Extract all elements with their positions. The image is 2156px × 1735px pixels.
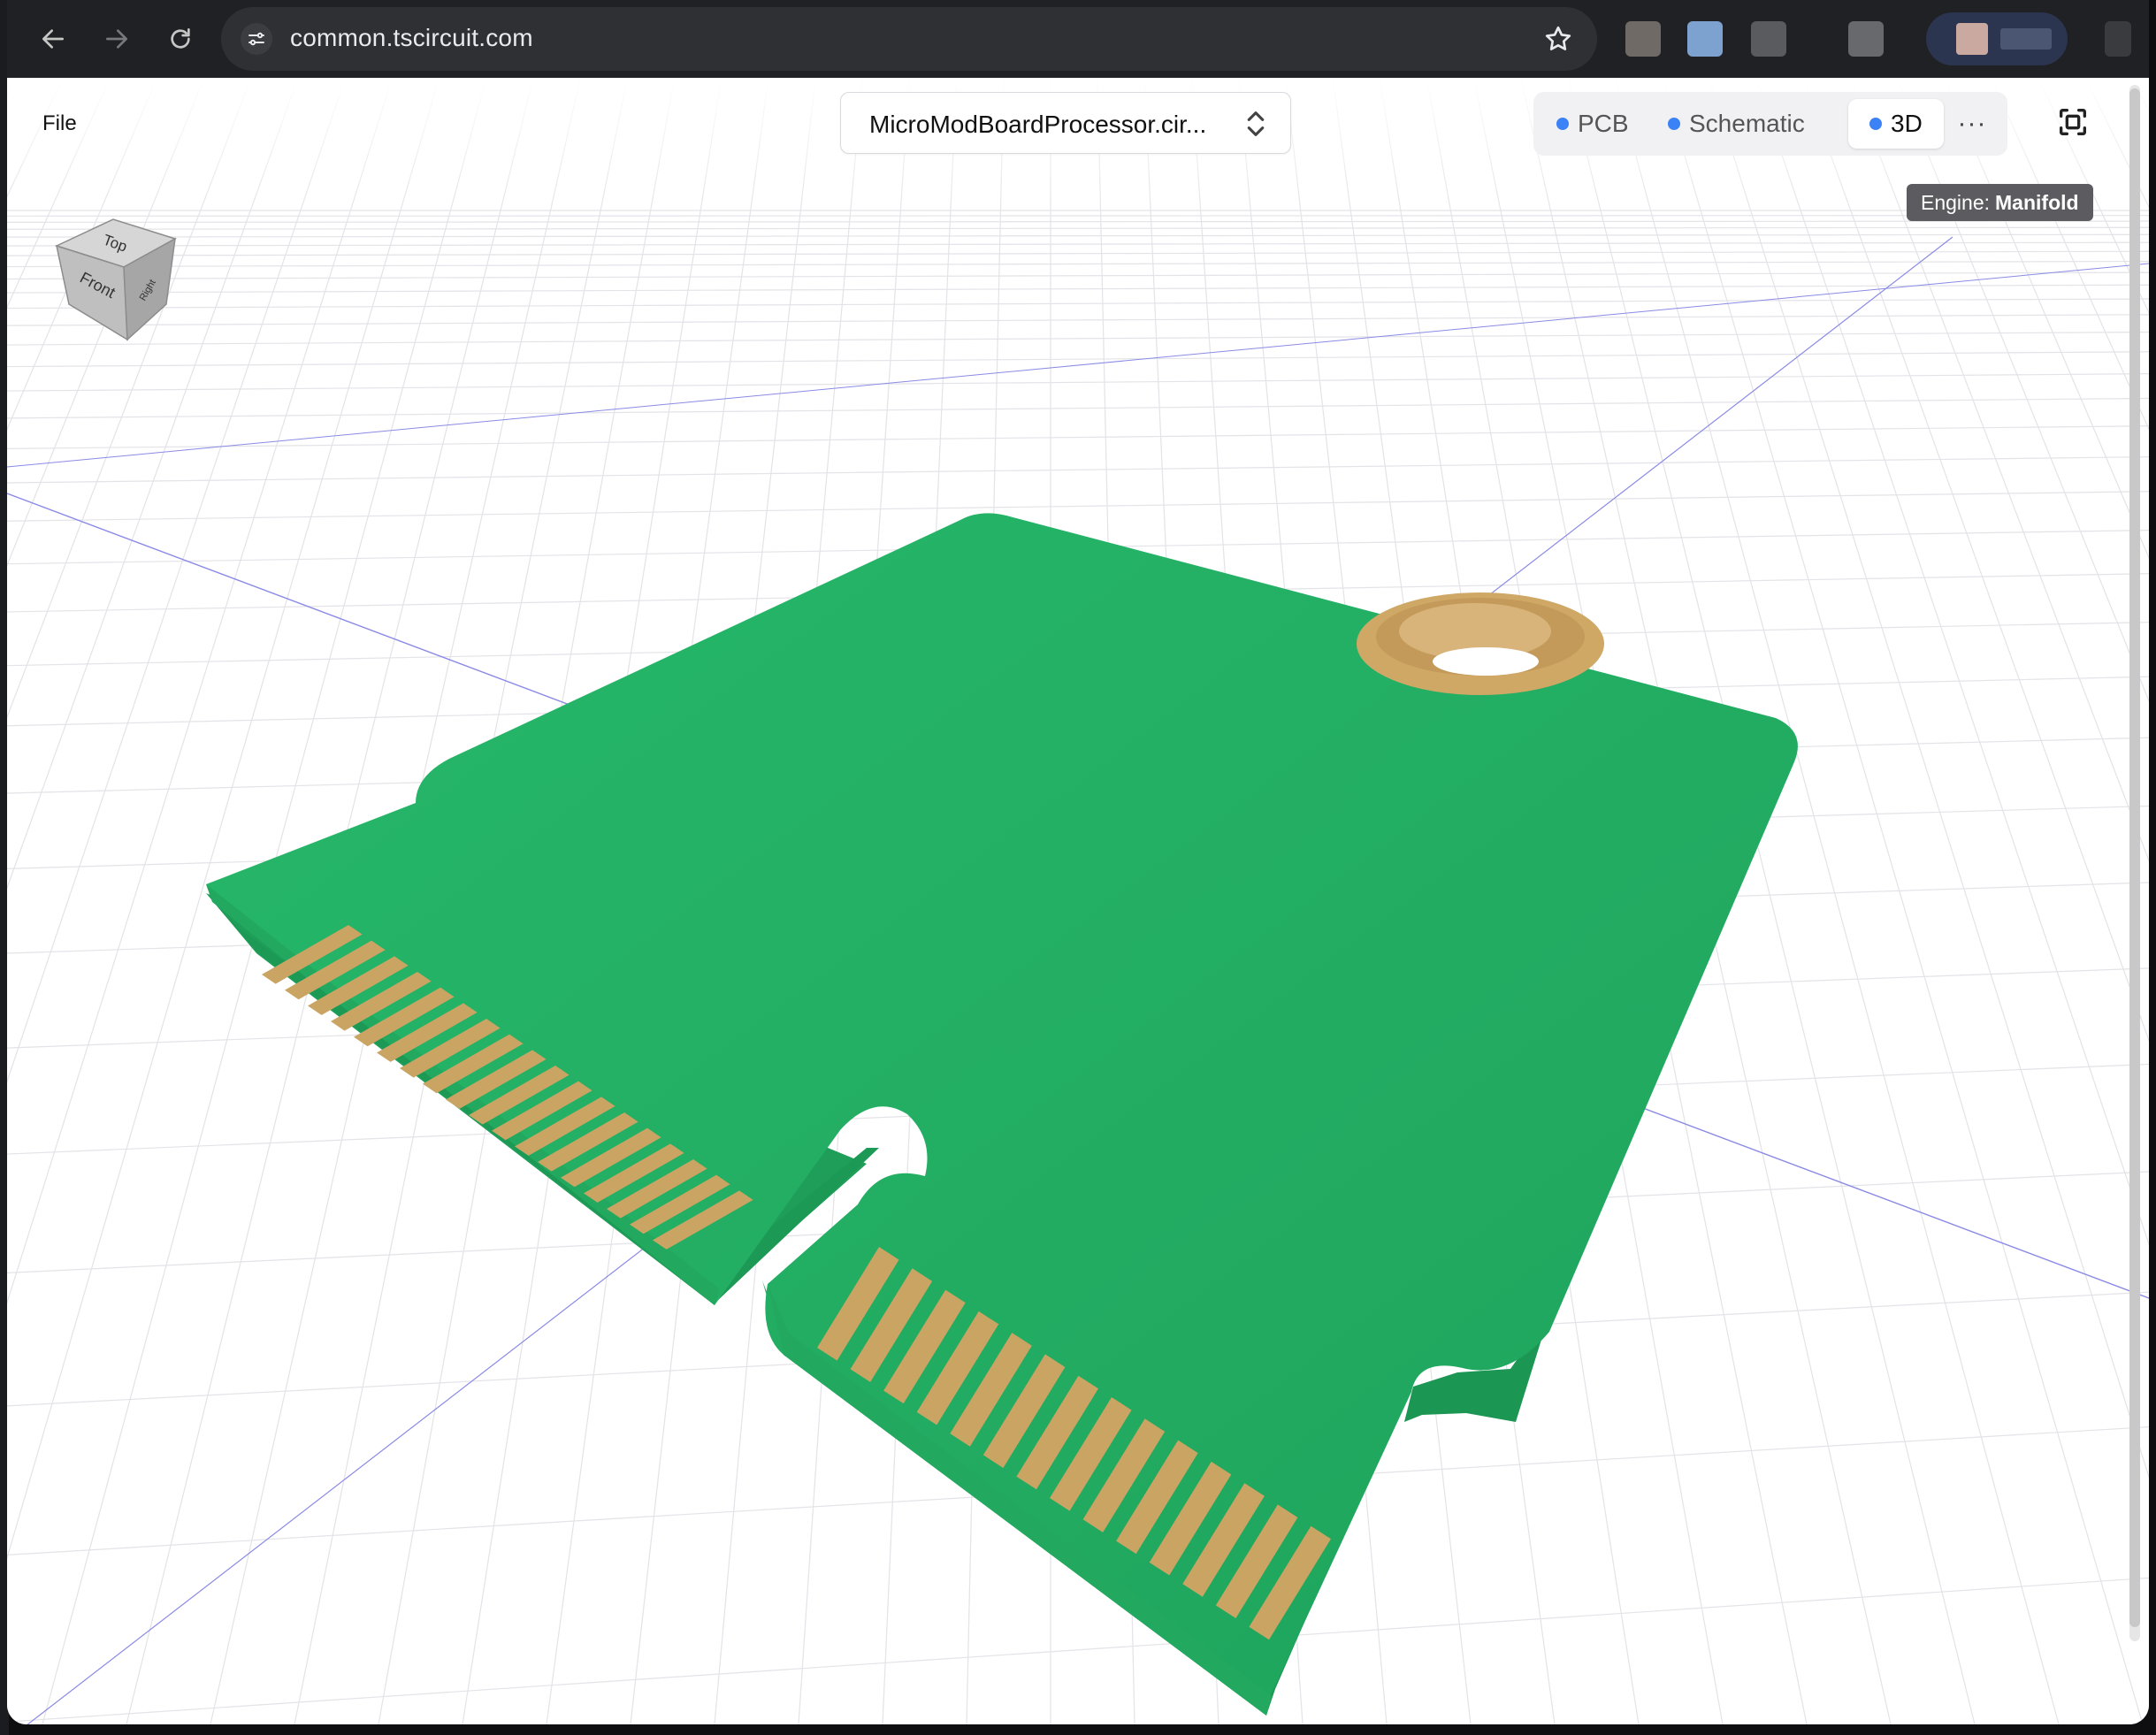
browser-window: common.tscircuit.com Top Front Right Fil… xyxy=(7,0,2149,1724)
extension-icon[interactable] xyxy=(1751,21,1786,57)
tab-3d[interactable]: 3D xyxy=(1848,99,1944,149)
3d-viewport[interactable]: Top Front Right xyxy=(7,78,2149,1724)
view-tabs: PCB Schematic 3D ··· xyxy=(1533,92,2007,156)
arrow-right-icon xyxy=(106,29,127,49)
tune-icon[interactable] xyxy=(241,23,272,55)
profile-avatar[interactable] xyxy=(1926,12,2068,65)
scrollbar-thumb[interactable] xyxy=(2129,88,2140,1627)
fullscreen-icon[interactable] xyxy=(2055,104,2091,140)
tab-3d-label: 3D xyxy=(1891,110,1923,137)
chevron-up-down-icon xyxy=(1247,111,1265,136)
engine-badge: Engine: Manifold xyxy=(1907,184,2093,221)
back-button[interactable] xyxy=(30,16,76,62)
star-icon[interactable] xyxy=(1542,23,1574,55)
file-menu[interactable]: File xyxy=(42,111,77,136)
file-selector-label: MicroModBoardProcessor.cir... xyxy=(869,111,1207,138)
engine-value: Manifold xyxy=(1995,190,2079,214)
reload-button[interactable] xyxy=(157,16,203,62)
address-bar[interactable]: common.tscircuit.com xyxy=(221,7,1597,71)
forward-button[interactable] xyxy=(94,16,140,62)
extension-icon[interactable] xyxy=(1625,21,1661,57)
mounting-hole xyxy=(1357,592,1604,695)
tab-pcb-label: PCB xyxy=(1578,110,1629,137)
url-text[interactable]: common.tscircuit.com xyxy=(290,24,533,52)
status-dot xyxy=(1556,118,1569,130)
status-dot xyxy=(1668,118,1680,130)
reload-icon xyxy=(171,28,190,49)
extension-icon[interactable] xyxy=(1687,21,1723,57)
extension-icon[interactable] xyxy=(2105,21,2131,57)
status-dot xyxy=(1869,118,1882,130)
arrow-left-icon xyxy=(42,29,64,49)
tab-schematic[interactable]: Schematic xyxy=(1668,99,1805,149)
more-options-button[interactable]: ··· xyxy=(1947,99,1997,149)
browser-toolbar: common.tscircuit.com xyxy=(7,0,2149,78)
file-selector[interactable]: MicroModBoardProcessor.cir... xyxy=(840,92,1291,154)
extension-icon[interactable] xyxy=(1848,21,1884,57)
tab-pcb[interactable]: PCB xyxy=(1556,99,1629,149)
engine-label: Engine: xyxy=(1921,190,1991,214)
tab-schematic-label: Schematic xyxy=(1689,110,1805,137)
